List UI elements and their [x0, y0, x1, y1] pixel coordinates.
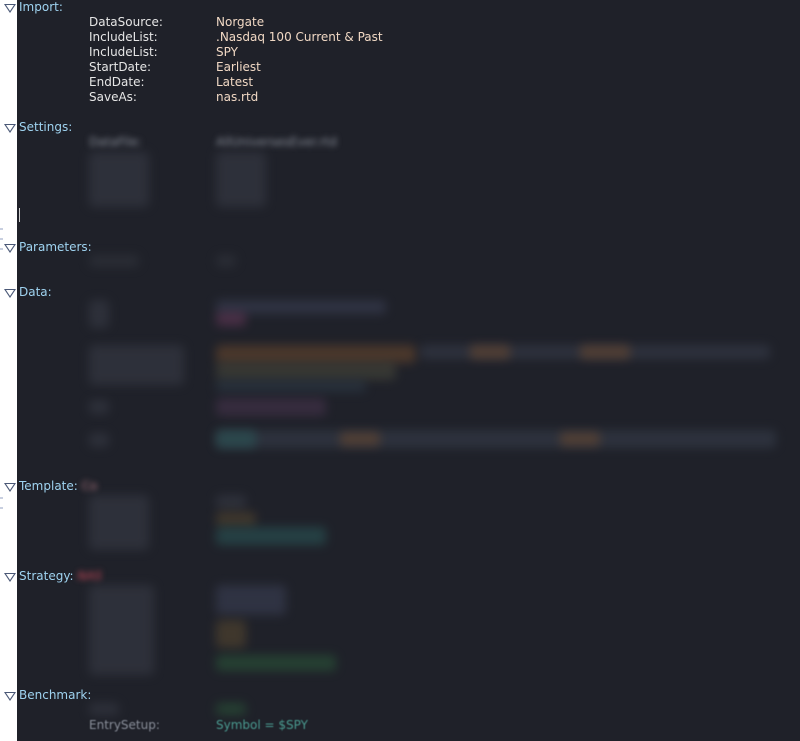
gutter-marker	[0, 507, 3, 509]
section-header-template-label: Template:	[19, 479, 78, 493]
section-header-settings: Settings:	[19, 120, 73, 134]
blurred-text	[89, 400, 109, 414]
blurred-text	[216, 345, 416, 363]
blurred-text	[89, 433, 109, 447]
blurred-text	[470, 345, 510, 359]
settings-key: DataFile:	[89, 135, 142, 149]
fold-toggle-settings-icon[interactable]	[4, 124, 16, 133]
gutter-marker	[0, 248, 3, 250]
benchmark-key: EntrySetup:	[89, 718, 160, 732]
import-value: SPY	[216, 45, 238, 59]
text-cursor	[19, 208, 20, 222]
blurred-text	[89, 152, 149, 207]
section-header-strategy: Strategy: NAS	[19, 569, 102, 584]
import-key: StartDate:	[89, 60, 152, 74]
import-value: Norgate	[216, 15, 265, 29]
fold-toggle-parameters-icon[interactable]	[4, 244, 16, 253]
section-header-data: Data:	[19, 285, 52, 299]
gutter-marker	[0, 238, 3, 240]
blurred-text	[89, 495, 149, 550]
blurred-text	[216, 512, 256, 526]
import-key: SaveAs:	[89, 90, 137, 104]
benchmark-value: Symbol = $SPY	[216, 718, 308, 732]
blurred-text	[216, 527, 326, 545]
blurred-text	[340, 432, 380, 446]
blurred-text	[89, 300, 109, 328]
section-header-parameters: Parameters:	[19, 240, 92, 254]
blurred-text	[216, 312, 246, 326]
import-key: IncludeList:	[89, 45, 158, 59]
blurred-text	[216, 398, 326, 416]
section-header-strategy-label: Strategy:	[19, 569, 74, 583]
fold-toggle-strategy-icon[interactable]	[4, 573, 16, 582]
blurred-text	[89, 255, 139, 267]
import-key: EndDate:	[89, 75, 145, 89]
fold-toggle-import-icon[interactable]	[4, 4, 16, 13]
import-value: Earliest	[216, 60, 261, 74]
section-header-template: Template: Co	[19, 479, 97, 494]
fold-toggle-data-icon[interactable]	[4, 289, 16, 298]
blurred-text	[216, 430, 776, 448]
blurred-text	[89, 345, 184, 385]
fold-toggle-benchmark-icon[interactable]	[4, 692, 16, 701]
import-key: IncludeList:	[89, 30, 158, 44]
blurred-text	[216, 655, 336, 671]
import-value: .Nasdaq 100 Current & Past	[216, 30, 383, 44]
gutter	[0, 0, 17, 741]
gutter-marker	[0, 497, 3, 499]
blurred-text	[560, 432, 600, 446]
settings-value: AllUniversesEver.rtd	[216, 135, 337, 149]
blurred-text	[216, 362, 396, 380]
blurred-text	[216, 585, 286, 615]
section-header-template-name: Co	[81, 479, 98, 493]
blurred-text	[89, 703, 119, 715]
blurred-text	[216, 430, 256, 448]
blurred-text	[580, 345, 630, 359]
import-key: DataSource:	[89, 15, 163, 29]
section-header-import: Import:	[19, 0, 63, 14]
blurred-text	[216, 152, 266, 207]
blurred-text	[216, 620, 246, 648]
blurred-text	[216, 380, 366, 392]
blurred-text	[216, 703, 246, 715]
import-value: Latest	[216, 75, 254, 89]
section-header-strategy-name: NAS	[77, 569, 103, 583]
section-header-benchmark: Benchmark:	[19, 688, 92, 702]
import-value: nas.rtd	[216, 90, 259, 104]
gutter-marker	[0, 228, 3, 230]
blurred-text	[216, 495, 246, 509]
blurred-text	[216, 255, 236, 267]
blurred-text	[89, 585, 154, 675]
fold-toggle-template-icon[interactable]	[4, 483, 16, 492]
